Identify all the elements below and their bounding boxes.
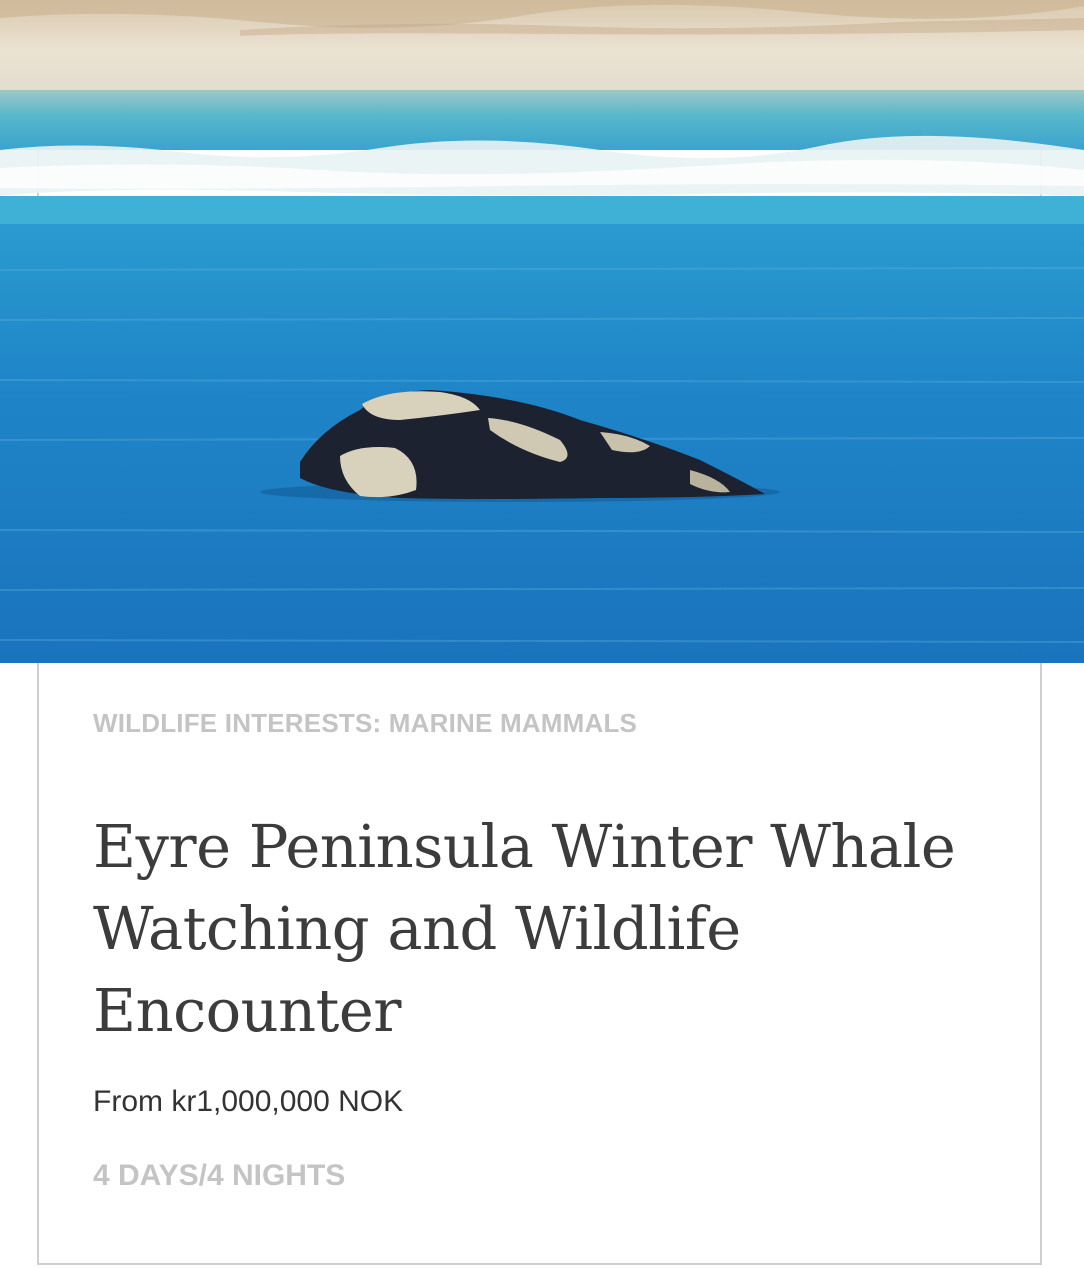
whale-photo-image	[0, 0, 1084, 663]
tour-duration: 4 DAYS/4 NIGHTS	[93, 1159, 346, 1192]
tour-title[interactable]: Eyre Peninsula Winter Whale Watching and…	[93, 806, 993, 1052]
tour-category[interactable]: WILDLIFE INTERESTS: MARINE MAMMALS	[93, 708, 993, 738]
tour-price: From kr1,000,000 NOK	[93, 1085, 404, 1118]
tour-details: WILDLIFE INTERESTS: MARINE MAMMALS Eyre …	[93, 700, 993, 1194]
tour-photo[interactable]	[0, 0, 1084, 663]
